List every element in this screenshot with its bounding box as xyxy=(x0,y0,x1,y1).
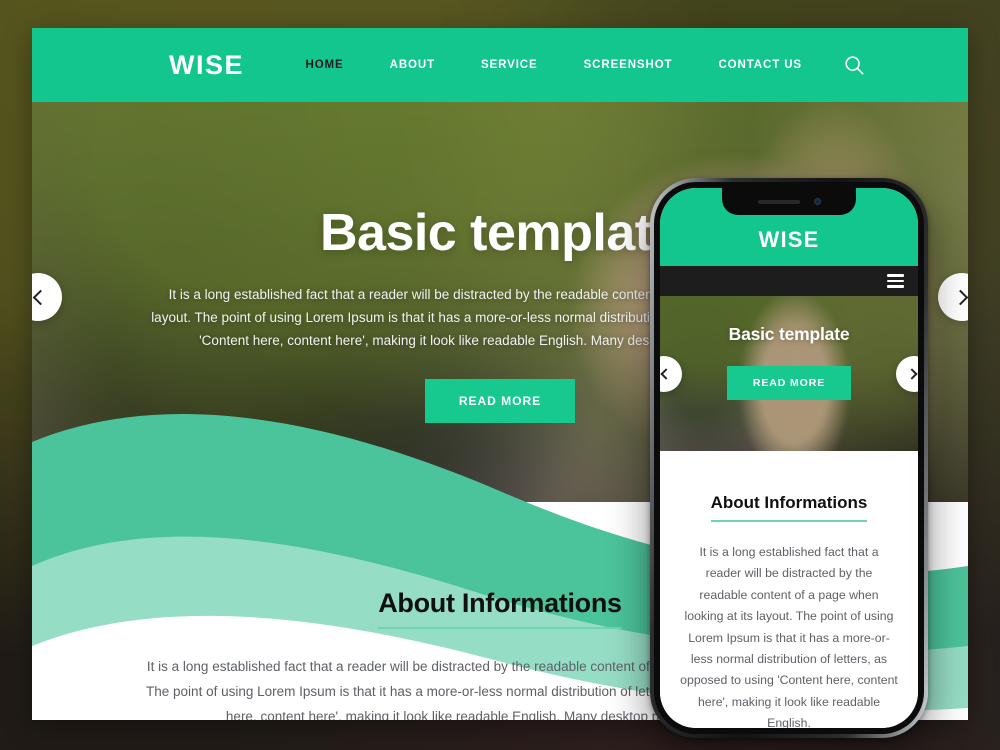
phone-about-title: About Informations xyxy=(710,493,868,522)
nav-item-service[interactable]: SERVICE xyxy=(481,59,538,71)
chevron-left-icon xyxy=(32,289,48,305)
phone-notch xyxy=(722,188,856,215)
site-navbar: WISE HOME ABOUT SERVICE SCREENSHOT CONTA… xyxy=(32,28,968,102)
phone-mockup: WISE Basic template READ MORE About Info… xyxy=(650,178,928,738)
phone-hero-title: Basic template xyxy=(728,324,850,344)
nav-item-contact-us[interactable]: CONTACT US xyxy=(718,59,802,71)
chevron-right-icon xyxy=(906,367,918,380)
burger-line xyxy=(887,274,904,277)
chevron-right-icon xyxy=(952,289,968,305)
phone-about-paragraph: It is a long established fact that a rea… xyxy=(680,545,898,728)
chevron-left-icon xyxy=(660,367,672,380)
nav-item-screenshot[interactable]: SCREENSHOT xyxy=(584,59,673,71)
hamburger-menu-icon[interactable] xyxy=(887,274,904,288)
phone-about-section: About Informations It is a long establis… xyxy=(660,451,918,728)
main-navigation: HOME ABOUT SERVICE SCREENSHOT CONTACT US xyxy=(306,59,803,71)
burger-line xyxy=(887,279,904,283)
nav-item-home[interactable]: HOME xyxy=(306,59,344,71)
nav-item-about[interactable]: ABOUT xyxy=(390,59,435,71)
front-camera-icon xyxy=(813,198,821,205)
hero-read-more-button[interactable]: READ MORE xyxy=(424,378,576,423)
site-logo[interactable]: WISE xyxy=(74,50,244,81)
phone-read-more-button[interactable]: READ MORE xyxy=(726,366,852,400)
speaker-grille-icon xyxy=(757,199,800,204)
about-title: About Informations xyxy=(378,588,622,629)
hero-title: Basic template xyxy=(319,204,681,262)
phone-hero-carousel: Basic template READ MORE xyxy=(660,296,918,451)
search-icon[interactable] xyxy=(842,53,866,77)
phone-menu-bar xyxy=(660,266,918,296)
phone-screen: WISE Basic template READ MORE About Info… xyxy=(660,188,918,728)
screenshot-stage: WISE HOME ABOUT SERVICE SCREENSHOT CONTA… xyxy=(0,0,1000,750)
phone-hero-content: Basic template READ MORE xyxy=(660,296,918,451)
burger-line xyxy=(887,285,904,288)
phone-logo[interactable]: WISE xyxy=(758,227,819,253)
